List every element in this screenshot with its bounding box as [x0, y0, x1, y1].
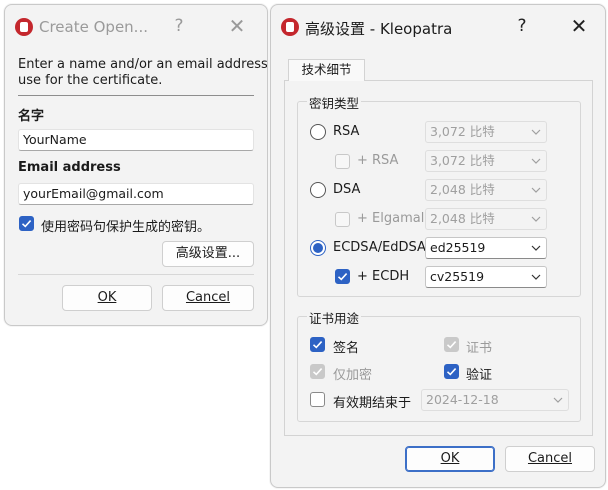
window-title: 高级设置 - Kleopatra: [305, 20, 453, 38]
rsa-size-select[interactable]: 3,072 比特: [425, 121, 547, 143]
chevron-down-icon: [531, 245, 541, 251]
ecdh-checkbox[interactable]: [335, 269, 350, 284]
kleopatra-app-icon: [281, 18, 299, 36]
dsa-label: DSA: [333, 182, 361, 197]
protect-passphrase-checkbox[interactable]: [19, 216, 34, 231]
window-title: Create Open...: [39, 18, 148, 36]
expiry-date-picker[interactable]: 2024-12-18: [421, 389, 569, 411]
kleopatra-app-icon: [15, 18, 33, 36]
key-type-group-title: 密钥类型: [307, 93, 362, 112]
check-icon: [21, 220, 32, 228]
help-icon[interactable]: ?: [168, 16, 190, 36]
cancel-label: Cancel: [527, 451, 573, 466]
usage-group-title: 证书用途: [307, 308, 362, 327]
advanced-settings-button[interactable]: 高级设置...: [162, 241, 254, 267]
elgamal-checkbox[interactable]: [335, 212, 350, 227]
chevron-down-icon: [553, 397, 563, 403]
expiry-checkbox[interactable]: [310, 392, 325, 407]
chevron-down-icon: [531, 158, 541, 164]
help-icon[interactable]: ?: [511, 16, 533, 36]
expiry-label: 有效期结束于: [333, 396, 412, 411]
chevron-down-icon: [531, 129, 541, 135]
chevron-down-icon: [531, 274, 541, 280]
rsa-sub-label: + RSA: [357, 153, 399, 168]
ecdh-label: + ECDH: [357, 269, 410, 284]
check-icon: [337, 273, 348, 281]
check-icon: [446, 341, 457, 349]
title-bar: 高级设置 - Kleopatra ? ✕: [271, 5, 605, 49]
intro-text-line1: Enter a name and/or an email address to: [18, 57, 268, 72]
name-label: 名字: [18, 109, 45, 124]
email-label: Email address: [18, 160, 121, 175]
elgamal-label: + Elgamal: [357, 211, 425, 226]
check-icon: [312, 341, 323, 349]
ecdh-curve-select[interactable]: cv25519: [425, 266, 547, 288]
cancel-label: Cancel: [185, 290, 231, 305]
elgamal-size-value: 2,048 比特: [430, 211, 495, 226]
close-icon[interactable]: ✕: [226, 14, 248, 38]
name-field[interactable]: YourName: [18, 129, 254, 151]
intro-text-line2: use for the certificate.: [18, 73, 163, 88]
auth-checkbox[interactable]: [444, 364, 459, 379]
check-icon: [446, 368, 457, 376]
encrypt-only-checkbox[interactable]: [310, 364, 325, 379]
rsa-radio[interactable]: [310, 124, 326, 140]
elgamal-size-select[interactable]: 2,048 比特: [425, 208, 547, 230]
ecdsa-radio[interactable]: [310, 240, 326, 256]
certify-label: 证书: [466, 341, 493, 356]
chevron-down-icon: [531, 216, 541, 222]
divider: [18, 274, 254, 275]
rsa-sub-checkbox[interactable]: [335, 154, 350, 169]
sign-label: 签名: [333, 341, 360, 356]
ecdh-curve-value: cv25519: [430, 269, 485, 284]
cancel-button[interactable]: Cancel: [505, 446, 595, 472]
auth-label: 验证: [466, 368, 493, 383]
protect-passphrase-label: 使用密码句保护生成的密钥。: [41, 220, 211, 235]
close-icon[interactable]: ✕: [568, 14, 590, 38]
ok-label: OK: [440, 451, 460, 466]
create-openpgp-dialog: Create Open... ? ✕ Enter a name and/or a…: [4, 4, 268, 326]
cancel-button[interactable]: Cancel: [162, 285, 254, 311]
expiry-date-value: 2024-12-18: [426, 392, 499, 407]
title-bar: Create Open... ? ✕: [5, 5, 267, 49]
divider: [18, 95, 254, 96]
ecdsa-curve-value: ed25519: [430, 240, 486, 255]
dsa-size-value: 2,048 比特: [430, 182, 495, 197]
ok-label: OK: [97, 290, 117, 305]
encrypt-only-label: 仅加密: [333, 368, 373, 383]
rsa-size-value: 3,072 比特: [430, 124, 495, 139]
ecdsa-label: ECDSA/EdDSA: [333, 240, 426, 255]
dsa-radio[interactable]: [310, 182, 326, 198]
tab-technical-details[interactable]: 技术细节: [288, 59, 365, 81]
rsa-sub-size-value: 3,072 比特: [430, 153, 495, 168]
ok-button[interactable]: OK: [62, 285, 152, 311]
check-icon: [312, 368, 323, 376]
email-field[interactable]: yourEmail@gmail.com: [18, 183, 254, 205]
rsa-label: RSA: [333, 124, 360, 139]
certify-checkbox[interactable]: [444, 337, 459, 352]
advanced-settings-dialog: 高级设置 - Kleopatra ? ✕ 技术细节 密钥类型 RSA 3,072…: [270, 4, 606, 488]
ok-button[interactable]: OK: [405, 446, 495, 472]
ecdsa-curve-select[interactable]: ed25519: [425, 237, 547, 259]
chevron-down-icon: [531, 187, 541, 193]
sign-checkbox[interactable]: [310, 337, 325, 352]
rsa-sub-size-select[interactable]: 3,072 比特: [425, 150, 547, 172]
dsa-size-select[interactable]: 2,048 比特: [425, 179, 547, 201]
